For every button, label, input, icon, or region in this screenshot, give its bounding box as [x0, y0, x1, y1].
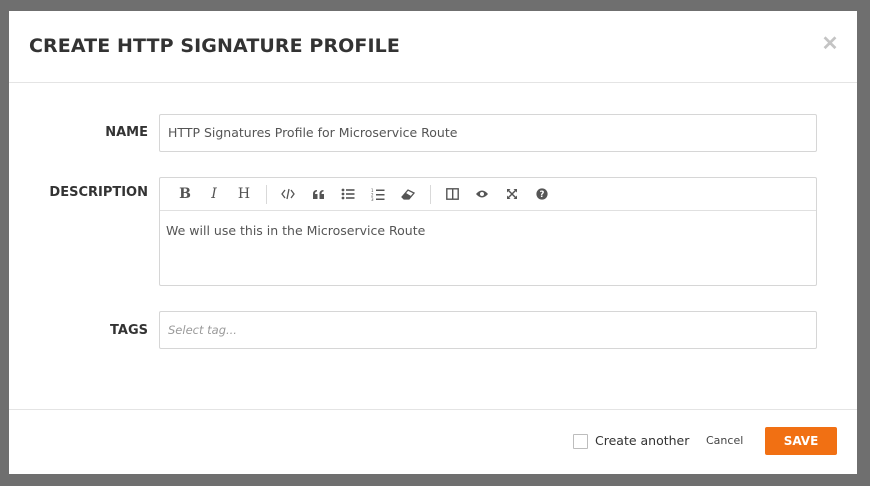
- ordered-list-icon[interactable]: 123: [367, 184, 389, 204]
- preview-icon[interactable]: [471, 184, 493, 204]
- italic-icon[interactable]: I: [203, 184, 225, 204]
- create-profile-dialog: CREATE HTTP SIGNATURE PROFILE ✕ NAME HTT…: [9, 11, 857, 474]
- code-icon[interactable]: [277, 184, 299, 204]
- dialog-footer: Create another Cancel SAVE: [9, 409, 857, 474]
- name-input[interactable]: HTTP Signatures Profile for Microservice…: [159, 114, 817, 152]
- toolbar-separator: [266, 185, 267, 204]
- fullscreen-icon[interactable]: [501, 184, 523, 204]
- tags-input[interactable]: Select tag...: [159, 311, 817, 349]
- heading-icon[interactable]: H: [233, 184, 255, 204]
- description-label: DESCRIPTION: [49, 185, 148, 200]
- close-icon[interactable]: ✕: [821, 34, 839, 54]
- svg-text:3: 3: [371, 197, 374, 201]
- bold-icon[interactable]: B: [174, 184, 196, 204]
- description-editor: B I H 123 ? We will use this in the Micr…: [159, 177, 817, 286]
- save-button-label: SAVE: [783, 434, 819, 448]
- svg-text:?: ?: [540, 190, 545, 200]
- name-label: NAME: [105, 125, 148, 140]
- tags-label: TAGS: [110, 323, 148, 338]
- save-button[interactable]: SAVE: [765, 427, 837, 455]
- dialog-title: CREATE HTTP SIGNATURE PROFILE: [29, 35, 400, 57]
- create-another-label[interactable]: Create another: [595, 433, 689, 448]
- quote-icon[interactable]: [307, 184, 329, 204]
- help-icon[interactable]: ?: [531, 184, 553, 204]
- create-another-checkbox[interactable]: [573, 434, 588, 449]
- cancel-button[interactable]: Cancel: [706, 434, 743, 447]
- dialog-header: CREATE HTTP SIGNATURE PROFILE ✕: [9, 11, 857, 83]
- eraser-icon[interactable]: [397, 184, 419, 204]
- side-by-side-icon[interactable]: [441, 184, 463, 204]
- description-text[interactable]: We will use this in the Microservice Rou…: [166, 223, 425, 238]
- unordered-list-icon[interactable]: [337, 184, 359, 204]
- toolbar-separator: [430, 185, 431, 204]
- editor-toolbar: B I H 123 ?: [160, 178, 816, 211]
